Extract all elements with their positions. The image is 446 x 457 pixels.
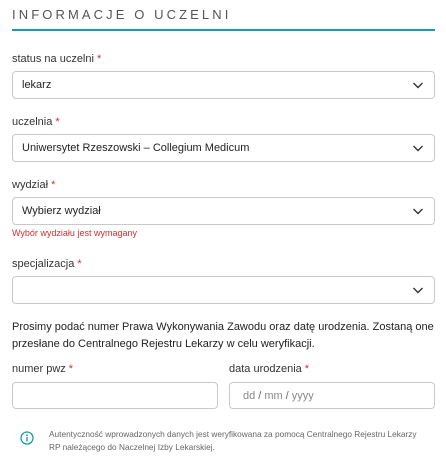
faculty-select-value: Wybierz wydział (22, 205, 101, 217)
faculty-select[interactable]: Wybierz wydział (12, 197, 435, 225)
birthdate-year-placeholder[interactable]: yyyy (292, 390, 314, 402)
verification-note: Autentyczność wprowadzonych danych jest … (49, 429, 417, 452)
chevron-down-icon (413, 82, 423, 89)
pwz-instructions: Prosimy podać numer Prawa Wykonywania Za… (12, 321, 434, 350)
status-select-value: lekarz (22, 79, 52, 91)
specialization-label-text: specjalizacja (12, 258, 75, 270)
pwz-label-text: numer pwz (12, 363, 66, 375)
university-label: uczelnia * (12, 116, 60, 128)
required-asterisk: * (304, 363, 310, 375)
university-label-text: uczelnia (12, 116, 53, 128)
faculty-label: wydział * (12, 179, 55, 191)
university-select[interactable]: Uniwersytet Rzeszowski – Collegium Medic… (12, 134, 435, 162)
birthdate-input[interactable]: dd / mm / yyyy (229, 382, 435, 409)
birthdate-label-text: data urodzenia (229, 363, 302, 375)
pwz-label: numer pwz * (12, 363, 73, 375)
section-divider (12, 29, 435, 31)
required-asterisk: * (77, 258, 82, 270)
chevron-down-icon (413, 287, 423, 294)
date-separator: / (285, 389, 289, 402)
date-separator: / (258, 389, 262, 402)
birthdate-label: data urodzenia * (229, 363, 309, 375)
section-title: INFORMACJE O UCZELNI (12, 7, 232, 22)
chevron-down-icon (413, 208, 423, 215)
faculty-error-message: Wybór wydziału jest wymagany (12, 228, 137, 238)
chevron-down-icon (413, 145, 423, 152)
required-asterisk: * (96, 53, 102, 65)
required-asterisk: * (51, 179, 56, 191)
status-label-text: status na uczelni (12, 53, 94, 65)
university-select-value: Uniwersytet Rzeszowski – Collegium Medic… (22, 142, 250, 154)
required-asterisk: * (55, 116, 60, 128)
birthdate-month-placeholder[interactable]: mm (264, 390, 282, 402)
pwz-input[interactable] (12, 382, 218, 409)
specialization-label: specjalizacja * (12, 258, 82, 270)
faculty-label-text: wydział (12, 179, 49, 191)
specialization-select[interactable] (12, 276, 435, 304)
birthdate-day-placeholder[interactable]: dd (243, 390, 255, 402)
status-label: status na uczelni * (12, 53, 101, 65)
required-asterisk: * (68, 363, 74, 375)
info-icon (20, 431, 34, 445)
status-select[interactable]: lekarz (12, 71, 435, 99)
